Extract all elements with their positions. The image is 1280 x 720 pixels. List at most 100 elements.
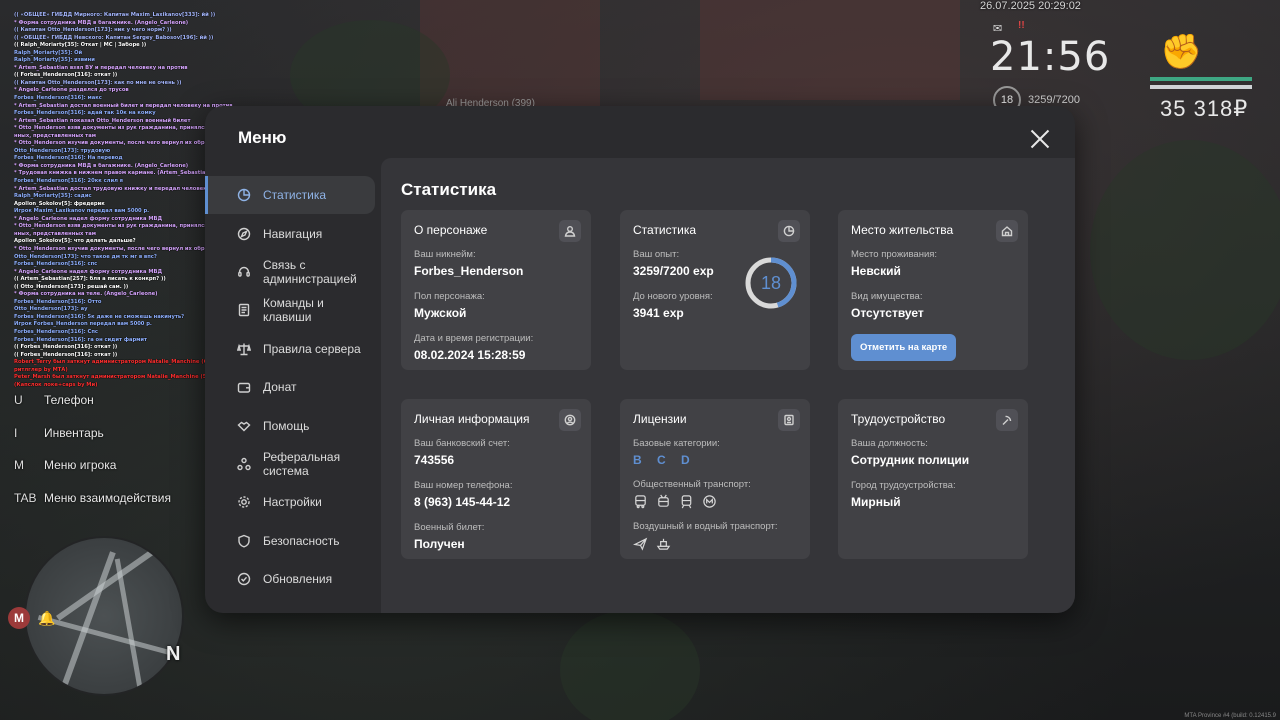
mark-on-map-button[interactable]: Отметить на карте xyxy=(851,334,957,361)
card-licenses: Лицензии Базовые категории: B C D Общест… xyxy=(620,399,810,559)
alert-badge: !! xyxy=(1018,20,1025,31)
sidebar-item-headset[interactable]: Связь с администрацией xyxy=(205,253,381,291)
hotkey-key: U xyxy=(14,393,23,408)
sidebar-item-document[interactable]: Команды и клавиши xyxy=(205,291,381,329)
hotkey-key: TAB xyxy=(14,490,37,505)
page-title: Статистика xyxy=(401,180,497,199)
chat-line: Ralph_Moriarty[35]: Ой xyxy=(14,49,83,56)
card-title: Место жительства xyxy=(851,223,954,237)
field-label: Пол персонажа: xyxy=(414,291,485,302)
airplane-icon xyxy=(633,537,648,551)
field-label: Место проживания: xyxy=(851,249,938,260)
sidebar-item-gear[interactable]: Настройки xyxy=(205,483,381,521)
hotkey-item: U Телефон xyxy=(14,384,171,417)
sidebar-item-label: Команды и клавиши xyxy=(263,296,324,325)
update-icon xyxy=(237,572,251,586)
field-label: Ваша должность: xyxy=(851,438,928,449)
sidebar-item-handshake[interactable]: Помощь xyxy=(205,406,381,444)
card-title: Статистика xyxy=(633,223,697,237)
chat-line: (( «ОБЩЕЕ» ГИБДД Невского: Капитан Serge… xyxy=(14,34,214,41)
property-value: Отсутствует xyxy=(851,306,924,320)
chat-line: * Форма сотрудника МВД в багажнике. (Ang… xyxy=(14,19,189,26)
field-label: Ваш номер телефона: xyxy=(414,480,513,491)
card-title: О персонаже xyxy=(414,223,488,237)
sidebar-item-wallet[interactable]: Донат xyxy=(205,368,381,406)
sidebar-item-scales[interactable]: Правила сервера xyxy=(205,330,381,368)
phone-value: 8 (963) 145-44-12 xyxy=(414,495,511,509)
chat-line: (( Капитан Otto_Henderson[173]: ник у че… xyxy=(14,27,172,34)
license-categories: B C D xyxy=(633,453,696,467)
field-label: Дата и время регистрации: xyxy=(414,333,534,344)
chat-line: (( «ОБЩЕЕ» ГИБДД Мирного: Капитан Maxim_… xyxy=(14,12,216,18)
chat-line: Forbes_Henderson[316]: макс xyxy=(14,95,102,102)
menu-title: Меню xyxy=(238,128,287,147)
scales-icon xyxy=(237,342,251,356)
card-residence: Место жительства Место проживания: Невск… xyxy=(838,210,1028,370)
field-label: Военный билет: xyxy=(414,522,485,533)
public-transport-icons xyxy=(633,494,797,509)
headset-icon xyxy=(237,265,251,279)
military-value: Получен xyxy=(414,537,465,551)
level-value: 18 xyxy=(760,272,782,293)
card-character: О персонаже Ваш никнейм: Forbes_Henderso… xyxy=(401,210,591,370)
field-label: Базовые категории: xyxy=(633,438,720,449)
hud-exp: 3259/7200 xyxy=(1028,94,1080,106)
hotkey-item: TAB Меню взаимодействия xyxy=(14,482,171,515)
field-label: Ваш никнейм: xyxy=(414,249,476,260)
sidebar-item-compass[interactable]: Навигация xyxy=(205,214,381,252)
id-icon xyxy=(559,409,581,431)
armor-bar xyxy=(1150,85,1252,89)
sidebar-item-referral[interactable]: Реферальная система xyxy=(205,445,381,483)
field-label: Воздушный и водный транспорт: xyxy=(633,521,778,532)
hud-time: 21:56 xyxy=(990,34,1111,80)
chat-line: (( Ralph_Moriarty[35]: Откат | МС | Забо… xyxy=(14,42,147,49)
card-statistics: Статистика Ваш опыт: 3259/7200 exp До но… xyxy=(620,210,810,370)
chat-line: (( Forbes_Henderson[316]: откат )) xyxy=(14,72,118,79)
position-value: Сотрудник полиции xyxy=(851,453,970,467)
hotkey-label: Телефон xyxy=(44,393,94,408)
tree xyxy=(1090,140,1280,360)
card-personal: Личная информация Ваш банковский счет: 7… xyxy=(401,399,591,559)
level-progress-ring: 18 xyxy=(744,256,798,310)
fist-icon: ✊ xyxy=(1160,33,1203,71)
ship-icon xyxy=(656,538,671,550)
close-icon[interactable] xyxy=(1029,128,1051,150)
pie-chart-icon xyxy=(778,220,800,242)
sidebar-item-shield[interactable]: Безопасность xyxy=(205,522,381,560)
referral-icon xyxy=(237,457,251,471)
registration-value: 08.02.2024 15:28:59 xyxy=(414,348,526,362)
field-label: Ваш банковский счет: xyxy=(414,438,510,449)
hotkey-label: Меню взаимодействия xyxy=(44,490,171,505)
sidebar-item-label: Помощь xyxy=(263,418,310,433)
sidebar-item-label: Настройки xyxy=(263,495,322,510)
menu-modal: Меню Статистика Навигация Связь с админист… xyxy=(205,106,1075,613)
wallet-icon xyxy=(237,380,251,394)
sidebar-nav: Статистика Навигация Связь с администрацие… xyxy=(205,176,381,598)
north-indicator: N xyxy=(166,643,181,665)
hud-date: 26.07.2025 20:29:02 xyxy=(980,0,1081,12)
handshake-icon xyxy=(237,419,251,433)
field-label: Общественный транспорт: xyxy=(633,479,751,490)
hotkey-label: Инвентарь xyxy=(44,425,104,440)
pie-chart-icon xyxy=(237,188,251,202)
field-label: Вид имущества: xyxy=(851,291,923,302)
hotkey-key: M xyxy=(14,458,24,473)
card-employment: Трудоустройство Ваша должность: Сотрудни… xyxy=(838,399,1028,559)
hotkey-label: Меню игрока xyxy=(44,458,117,473)
hud-money: 35 318₽ xyxy=(1160,96,1249,121)
sidebar-item-label: Статистика xyxy=(263,188,327,203)
metro-icon: M xyxy=(8,607,30,629)
sidebar-item-pie-chart[interactable]: Статистика xyxy=(205,176,375,215)
hotkey-item: M Меню игрока xyxy=(14,449,171,482)
bell-icon: 🔔 xyxy=(38,610,56,626)
sidebar-item-update[interactable]: Обновления xyxy=(205,560,381,598)
tram-icon xyxy=(681,495,692,509)
house-icon xyxy=(996,220,1018,242)
gender-value: Мужской xyxy=(414,306,467,320)
build-info: MTA Province #4 (build: 0.12415.9 xyxy=(1184,713,1276,719)
compass-icon xyxy=(237,227,251,241)
building xyxy=(700,0,960,100)
sidebar-item-label: Обновления xyxy=(263,572,333,587)
sidebar-item-label: Донат xyxy=(263,380,297,395)
health-bar xyxy=(1150,77,1252,81)
